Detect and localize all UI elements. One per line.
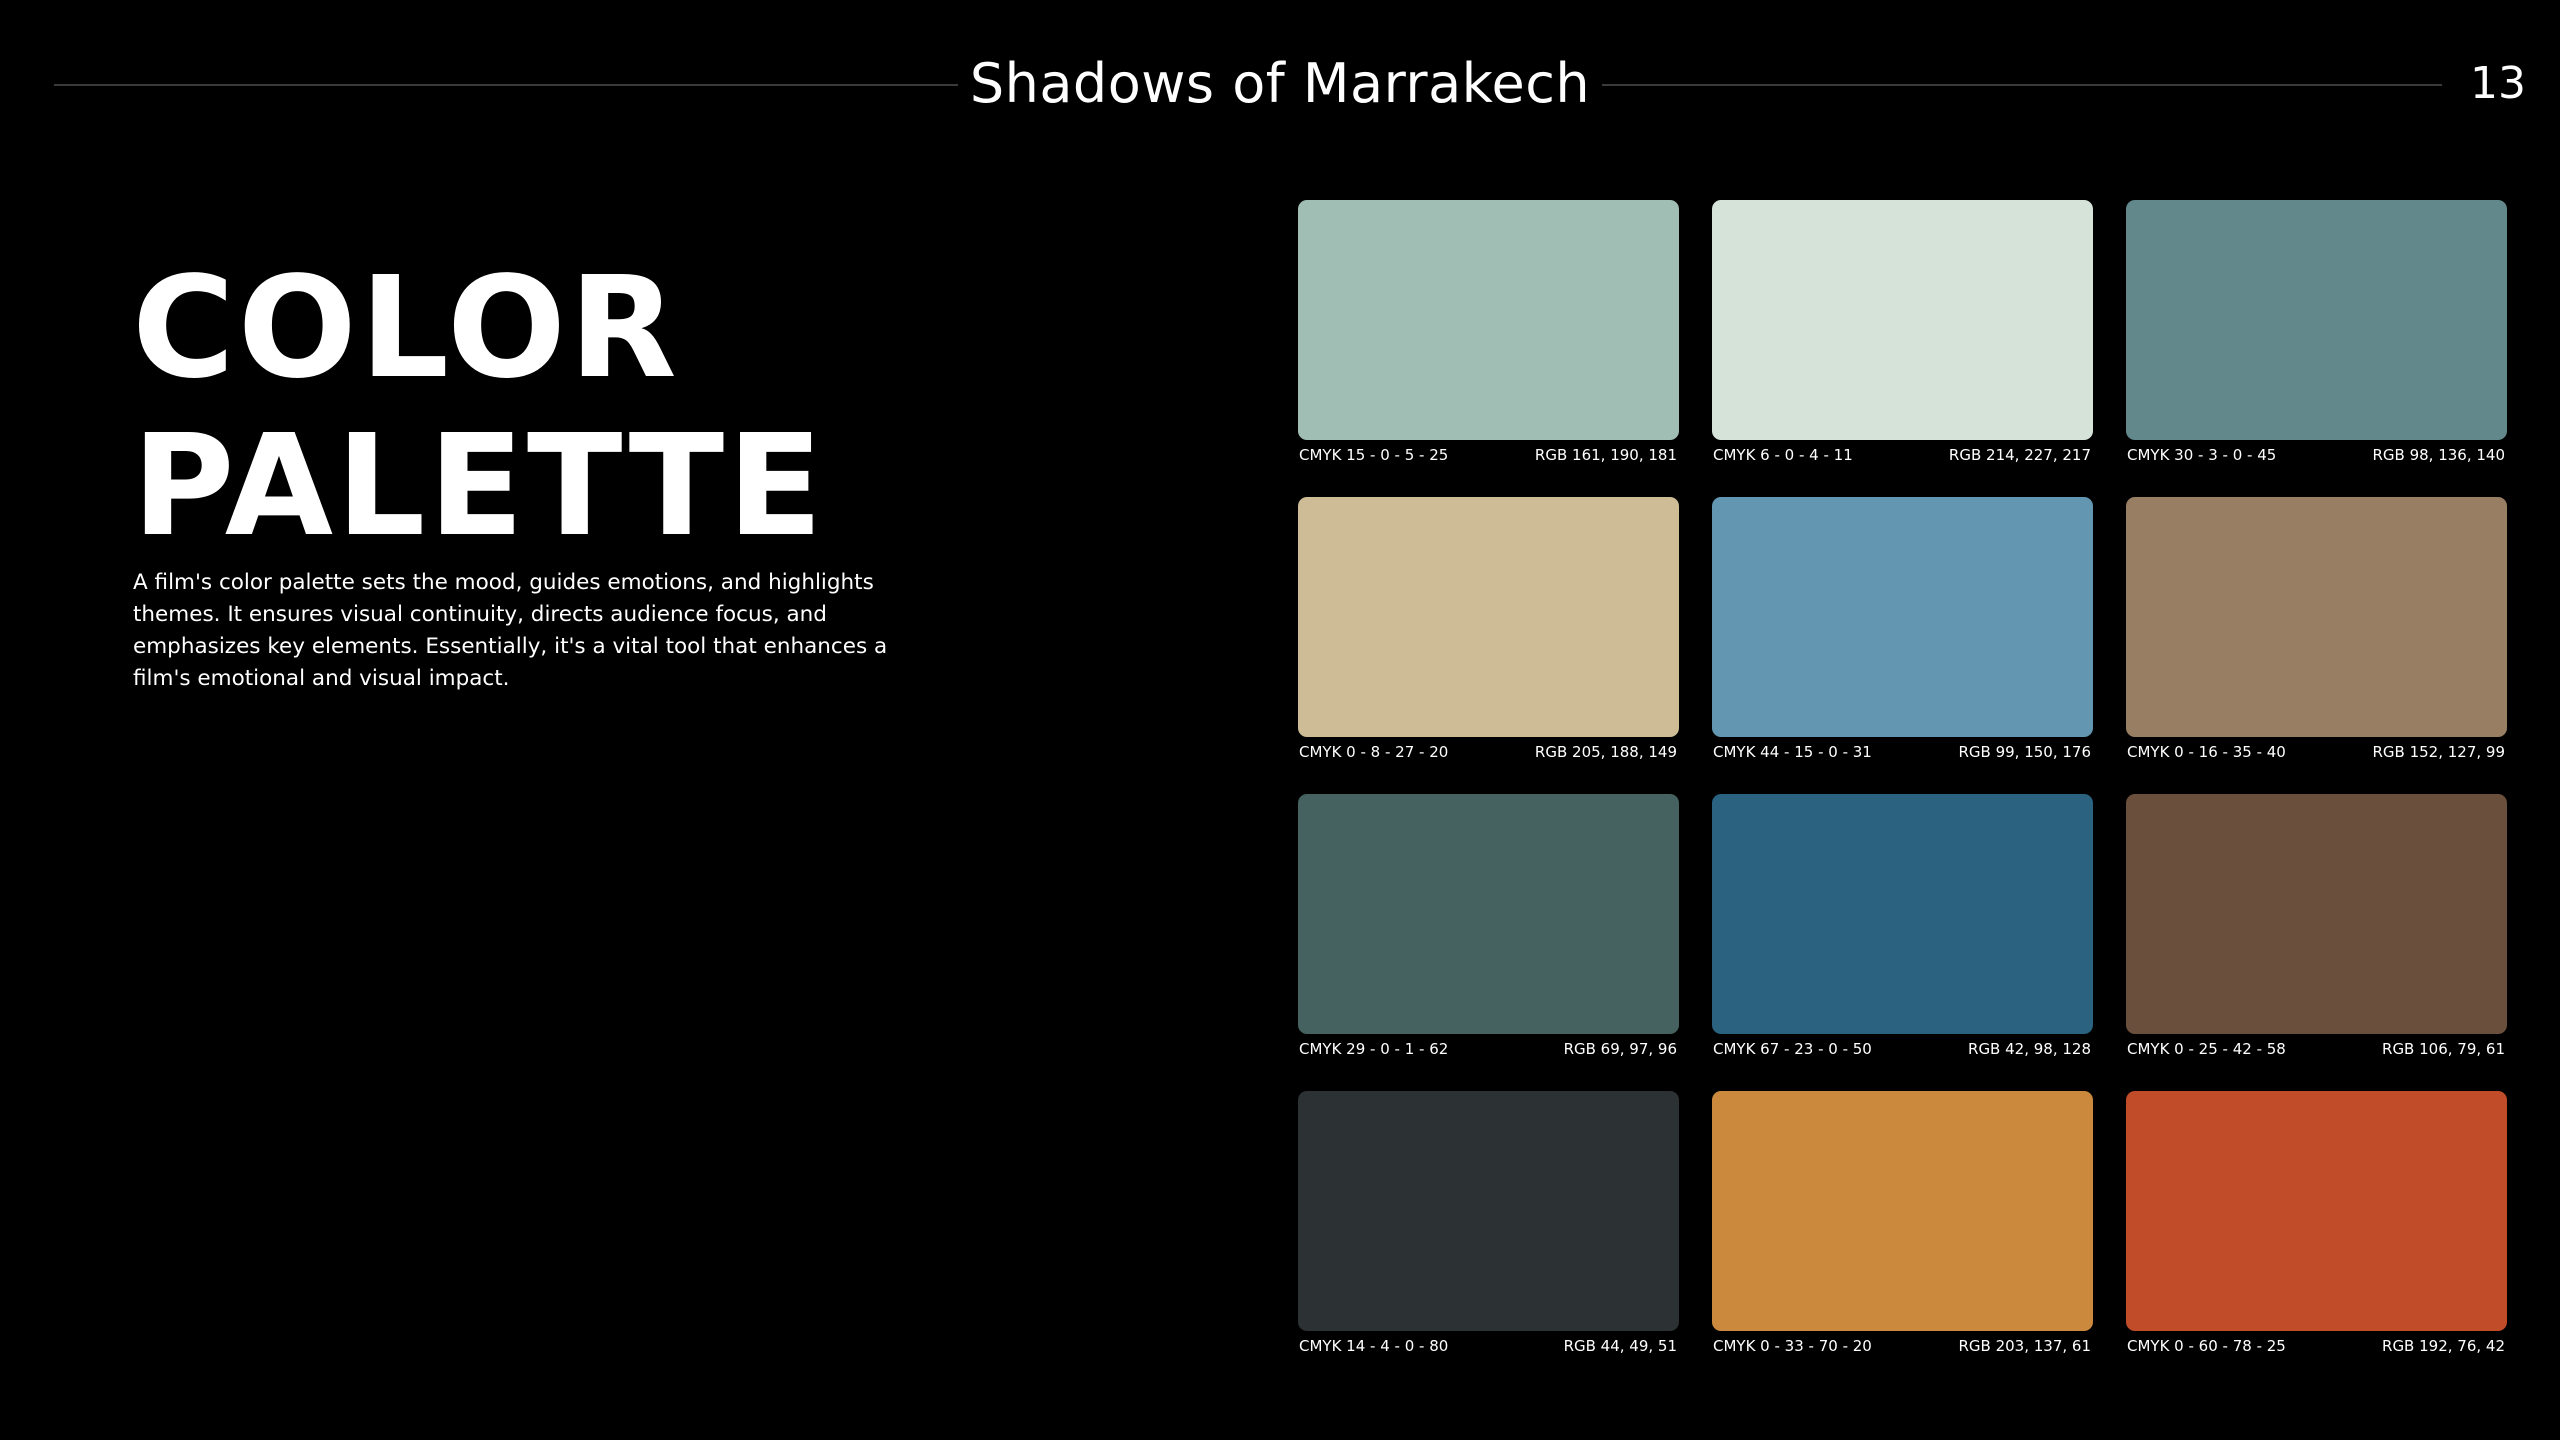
section-heading: COLOR PALETTE <box>132 250 1032 566</box>
rgb-value: RGB 106, 79, 61 <box>2382 1040 2505 1058</box>
page-title: Shadows of Marrakech <box>969 52 1591 115</box>
swatch-card: CMYK 44 - 15 - 0 - 31 RGB 99, 150, 176 <box>1712 497 2093 763</box>
heading-line-2: PALETTE <box>132 405 826 568</box>
color-swatch <box>1712 497 2093 737</box>
swatch-card: CMYK 29 - 0 - 1 - 62 RGB 69, 97, 96 <box>1298 794 1679 1060</box>
swatch-card: CMYK 67 - 23 - 0 - 50 RGB 42, 98, 128 <box>1712 794 2093 1060</box>
header-rule-right <box>1602 84 2442 86</box>
swatch-card: CMYK 15 - 0 - 5 - 25 RGB 161, 190, 181 <box>1298 200 1679 466</box>
color-swatch <box>1298 1091 1679 1331</box>
cmyk-value: CMYK 0 - 16 - 35 - 40 <box>2127 743 2286 761</box>
swatch-card: CMYK 0 - 16 - 35 - 40 RGB 152, 127, 99 <box>2126 497 2507 763</box>
swatch-codes: CMYK 29 - 0 - 1 - 62 RGB 69, 97, 96 <box>1298 1038 1679 1060</box>
rgb-value: RGB 203, 137, 61 <box>1958 1337 2091 1355</box>
color-swatch <box>1298 497 1679 737</box>
rgb-value: RGB 69, 97, 96 <box>1563 1040 1677 1058</box>
palette-description: A film's color palette sets the mood, gu… <box>133 570 888 691</box>
swatch-card: CMYK 14 - 4 - 0 - 80 RGB 44, 49, 51 <box>1298 1091 1679 1357</box>
swatch-codes: CMYK 0 - 8 - 27 - 20 RGB 205, 188, 149 <box>1298 741 1679 763</box>
rgb-value: RGB 152, 127, 99 <box>2372 743 2505 761</box>
cmyk-value: CMYK 67 - 23 - 0 - 50 <box>1713 1040 1872 1058</box>
color-swatch <box>1298 200 1679 440</box>
rgb-value: RGB 214, 227, 217 <box>1948 446 2091 464</box>
swatch-codes: CMYK 14 - 4 - 0 - 80 RGB 44, 49, 51 <box>1298 1335 1679 1357</box>
swatch-codes: CMYK 44 - 15 - 0 - 31 RGB 99, 150, 176 <box>1712 741 2093 763</box>
swatch-codes: CMYK 6 - 0 - 4 - 11 RGB 214, 227, 217 <box>1712 444 2093 466</box>
cmyk-value: CMYK 0 - 60 - 78 - 25 <box>2127 1337 2286 1355</box>
rgb-value: RGB 42, 98, 128 <box>1968 1040 2091 1058</box>
color-swatch <box>1712 1091 2093 1331</box>
swatch-card: CMYK 0 - 25 - 42 - 58 RGB 106, 79, 61 <box>2126 794 2507 1060</box>
swatch-card: CMYK 0 - 60 - 78 - 25 RGB 192, 76, 42 <box>2126 1091 2507 1357</box>
rgb-value: RGB 161, 190, 181 <box>1534 446 1677 464</box>
cmyk-value: CMYK 44 - 15 - 0 - 31 <box>1713 743 1872 761</box>
cmyk-value: CMYK 30 - 3 - 0 - 45 <box>2127 446 2277 464</box>
rgb-value: RGB 44, 49, 51 <box>1563 1337 1677 1355</box>
color-swatch <box>2126 497 2507 737</box>
swatch-codes: CMYK 67 - 23 - 0 - 50 RGB 42, 98, 128 <box>1712 1038 2093 1060</box>
swatch-codes: CMYK 0 - 60 - 78 - 25 RGB 192, 76, 42 <box>2126 1335 2507 1357</box>
color-palette-grid: CMYK 15 - 0 - 5 - 25 RGB 161, 190, 181 C… <box>1298 200 2508 1357</box>
color-swatch <box>2126 794 2507 1034</box>
cmyk-value: CMYK 0 - 8 - 27 - 20 <box>1299 743 1449 761</box>
cmyk-value: CMYK 6 - 0 - 4 - 11 <box>1713 446 1853 464</box>
swatch-card: CMYK 0 - 8 - 27 - 20 RGB 205, 188, 149 <box>1298 497 1679 763</box>
swatch-codes: CMYK 0 - 16 - 35 - 40 RGB 152, 127, 99 <box>2126 741 2507 763</box>
swatch-card: CMYK 0 - 33 - 70 - 20 RGB 203, 137, 61 <box>1712 1091 2093 1357</box>
color-swatch <box>1298 794 1679 1034</box>
rgb-value: RGB 205, 188, 149 <box>1534 743 1677 761</box>
color-swatch <box>1712 200 2093 440</box>
cmyk-value: CMYK 14 - 4 - 0 - 80 <box>1299 1337 1449 1355</box>
swatch-codes: CMYK 0 - 25 - 42 - 58 RGB 106, 79, 61 <box>2126 1038 2507 1060</box>
swatch-card: CMYK 6 - 0 - 4 - 11 RGB 214, 227, 217 <box>1712 200 2093 466</box>
cmyk-value: CMYK 0 - 33 - 70 - 20 <box>1713 1337 1872 1355</box>
swatch-codes: CMYK 0 - 33 - 70 - 20 RGB 203, 137, 61 <box>1712 1335 2093 1357</box>
rgb-value: RGB 98, 136, 140 <box>2372 446 2505 464</box>
cmyk-value: CMYK 15 - 0 - 5 - 25 <box>1299 446 1449 464</box>
rgb-value: RGB 99, 150, 176 <box>1958 743 2091 761</box>
header-rule-left <box>54 84 958 86</box>
color-swatch <box>1712 794 2093 1034</box>
color-swatch <box>2126 1091 2507 1331</box>
swatch-codes: CMYK 30 - 3 - 0 - 45 RGB 98, 136, 140 <box>2126 444 2507 466</box>
heading-line-1: COLOR <box>132 247 680 410</box>
swatch-codes: CMYK 15 - 0 - 5 - 25 RGB 161, 190, 181 <box>1298 444 1679 466</box>
page-number: 13 <box>2470 58 2526 109</box>
color-swatch <box>2126 200 2507 440</box>
cmyk-value: CMYK 0 - 25 - 42 - 58 <box>2127 1040 2286 1058</box>
rgb-value: RGB 192, 76, 42 <box>2382 1337 2505 1355</box>
swatch-card: CMYK 30 - 3 - 0 - 45 RGB 98, 136, 140 <box>2126 200 2507 466</box>
cmyk-value: CMYK 29 - 0 - 1 - 62 <box>1299 1040 1449 1058</box>
